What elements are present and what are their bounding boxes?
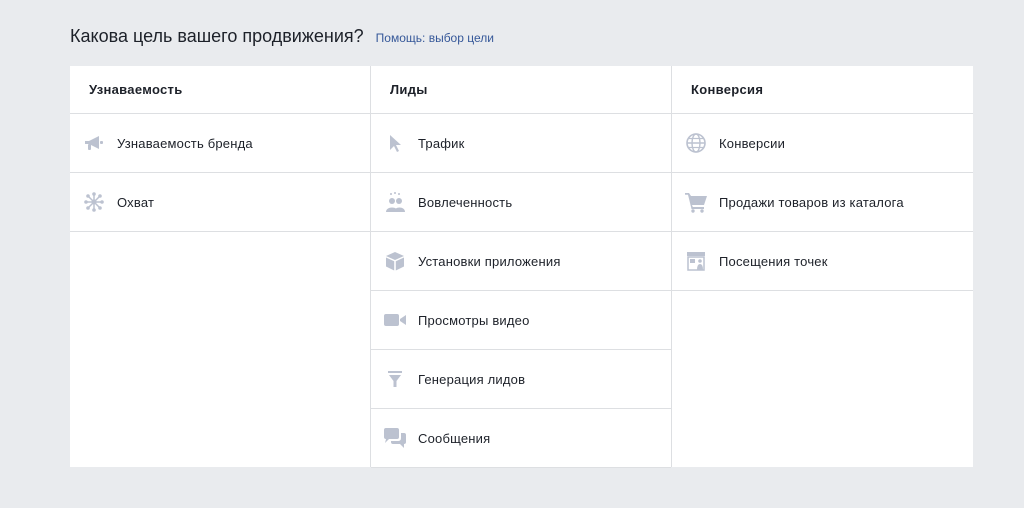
video-camera-icon (383, 308, 407, 332)
objective-label: Генерация лидов (418, 371, 526, 387)
objective-label: Охват (117, 194, 155, 210)
column-leads: Лиды Трафик Вовлеченность Установки прил… (371, 66, 672, 468)
objectives-grid: Узнаваемость Узнаваемость бренда Охват Л… (70, 66, 973, 468)
chat-bubbles-icon (383, 426, 407, 450)
column-title: Конверсия (672, 66, 973, 114)
objective-label: Трафик (418, 135, 465, 151)
box-icon (383, 249, 407, 273)
objective-video-views[interactable]: Просмотры видео (371, 291, 671, 350)
objective-label: Установки приложения (418, 253, 561, 269)
page-title: Какова цель вашего продвижения? (70, 26, 364, 46)
cursor-icon (383, 131, 407, 155)
objective-messages[interactable]: Сообщения (371, 409, 671, 468)
people-icon (383, 190, 407, 214)
column-title: Лиды (371, 66, 671, 114)
objective-catalog-sales[interactable]: Продажи товаров из каталога (672, 173, 973, 232)
objective-conversions[interactable]: Конверсии (672, 114, 973, 173)
objective-brand-awareness[interactable]: Узнаваемость бренда (70, 114, 370, 173)
column-awareness: Узнаваемость Узнаваемость бренда Охват (70, 66, 371, 467)
funnel-icon (383, 367, 407, 391)
objective-label: Конверсии (719, 135, 786, 151)
objective-lead-generation[interactable]: Генерация лидов (371, 350, 671, 409)
objective-label: Вовлеченность (418, 194, 513, 210)
objective-label: Посещения точек (719, 253, 828, 269)
cart-icon (684, 190, 708, 214)
objective-traffic[interactable]: Трафик (371, 114, 671, 173)
objective-reach[interactable]: Охват (70, 173, 370, 232)
objective-label: Просмотры видео (418, 312, 530, 328)
objective-label: Узнаваемость бренда (117, 135, 253, 151)
help-link[interactable]: Помощь: выбор цели (376, 31, 494, 45)
objective-label: Продажи товаров из каталога (719, 194, 904, 210)
objective-engagement[interactable]: Вовлеченность (371, 173, 671, 232)
column-title: Узнаваемость (70, 66, 370, 114)
reach-icon (82, 190, 106, 214)
column-conversion: Конверсия Конверсии Продажи товаров из к… (672, 66, 973, 467)
objective-label: Сообщения (418, 430, 491, 446)
objective-app-installs[interactable]: Установки приложения (371, 232, 671, 291)
objective-store-visits[interactable]: Посещения точек (672, 232, 973, 291)
header: Какова цель вашего продвижения? Помощь: … (70, 26, 494, 47)
store-icon (684, 249, 708, 273)
megaphone-icon (82, 131, 106, 155)
globe-icon (684, 131, 708, 155)
